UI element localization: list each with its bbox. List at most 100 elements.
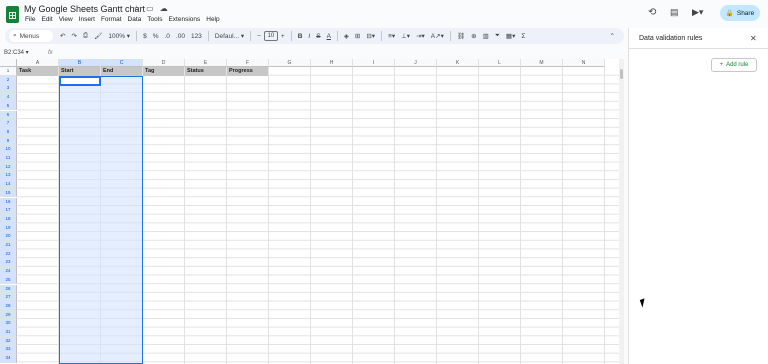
undo-icon[interactable]: ↶ xyxy=(57,30,68,42)
cell-A1[interactable]: Task xyxy=(17,67,59,76)
name-box[interactable]: B2:C34 ▾ xyxy=(0,49,40,56)
row-header-28[interactable]: 28 xyxy=(0,301,17,311)
increase-font-size-button[interactable]: + xyxy=(278,30,288,42)
strikethrough-icon[interactable]: S xyxy=(313,30,323,42)
menu-extensions[interactable]: Extensions xyxy=(165,15,203,25)
row-header-8[interactable]: 8 xyxy=(0,127,17,137)
scrollbar-thumb[interactable] xyxy=(620,69,623,79)
insert-comment-icon[interactable]: ⊕ xyxy=(468,30,479,42)
column-header-b[interactable]: B xyxy=(59,59,101,67)
row-header-23[interactable]: 23 xyxy=(0,258,17,268)
row-header-13[interactable]: 13 xyxy=(0,171,17,181)
selected-range[interactable] xyxy=(59,76,143,364)
column-header-l[interactable]: L xyxy=(479,59,521,67)
share-button[interactable]: 🔒 Share xyxy=(720,5,760,21)
font-family-select[interactable]: Defaul... ▾ xyxy=(212,30,247,42)
menu-tools[interactable]: Tools xyxy=(144,15,165,25)
row-header-15[interactable]: 15 xyxy=(0,188,17,198)
text-rotation-icon[interactable]: A↗▾ xyxy=(428,30,447,42)
decrease-decimal-button[interactable]: .0 xyxy=(161,30,172,42)
decrease-font-size-button[interactable]: − xyxy=(254,30,264,42)
borders-icon[interactable]: ⊞ xyxy=(352,30,363,42)
bold-icon[interactable]: B xyxy=(295,30,306,42)
print-icon[interactable]: ⎙ xyxy=(80,30,91,42)
column-header-f[interactable]: F xyxy=(227,59,269,67)
column-header-k[interactable]: K xyxy=(437,59,479,67)
star-icon[interactable]: ☆ xyxy=(133,4,140,13)
row-header-9[interactable]: 9 xyxy=(0,136,17,146)
row-header-7[interactable]: 7 xyxy=(0,119,17,128)
add-rule-button[interactable]: + Add rule xyxy=(711,58,757,72)
filter-views-icon[interactable]: ▦▾ xyxy=(503,30,518,42)
increase-decimal-button[interactable]: .00 xyxy=(173,30,188,42)
row-header-6[interactable]: 6 xyxy=(0,110,17,120)
row-header-24[interactable]: 24 xyxy=(0,267,17,276)
select-all-corner[interactable] xyxy=(0,59,17,67)
column-header-m[interactable]: M xyxy=(521,59,563,67)
more-formats-button[interactable]: 123 xyxy=(188,30,205,42)
row-header-4[interactable]: 4 xyxy=(0,93,17,102)
row-header-1[interactable]: 1 xyxy=(0,67,17,76)
row-header-34[interactable]: 34 xyxy=(0,354,17,363)
cell-B1[interactable]: Start xyxy=(59,67,101,76)
search-menus-button[interactable]: ⌕ Menus xyxy=(9,30,53,42)
row-header-31[interactable]: 31 xyxy=(0,328,17,337)
font-size-input[interactable]: 10 xyxy=(263,31,278,41)
active-cell[interactable] xyxy=(59,76,101,86)
cell-E1[interactable]: Status xyxy=(185,67,227,76)
vertical-align-icon[interactable]: ⊥▾ xyxy=(398,30,413,42)
row-header-12[interactable]: 12 xyxy=(0,162,17,172)
column-header-c[interactable]: C xyxy=(101,59,143,67)
row-header-11[interactable]: 11 xyxy=(0,154,17,163)
collapse-toolbar-icon[interactable]: ⌃ xyxy=(607,30,618,42)
text-color-icon[interactable]: A xyxy=(324,30,334,42)
row-header-16[interactable]: 16 xyxy=(0,197,17,207)
row-header-2[interactable]: 2 xyxy=(0,75,17,85)
menu-file[interactable]: File xyxy=(22,15,38,25)
column-header-n[interactable]: N xyxy=(563,59,605,67)
row-header-5[interactable]: 5 xyxy=(0,101,17,111)
column-header-j[interactable]: J xyxy=(395,59,437,67)
merge-cells-icon[interactable]: ⊟▾ xyxy=(363,30,378,42)
fill-color-icon[interactable]: ◈ xyxy=(341,30,352,42)
functions-icon[interactable]: Σ xyxy=(518,30,528,42)
text-wrapping-icon[interactable]: ⇥▾ xyxy=(413,30,428,42)
italic-icon[interactable]: I xyxy=(305,30,313,42)
row-header-21[interactable]: 21 xyxy=(0,241,17,250)
menu-help[interactable]: Help xyxy=(203,15,222,25)
column-header-i[interactable]: I xyxy=(353,59,395,67)
row-header-29[interactable]: 29 xyxy=(0,310,17,320)
column-header-g[interactable]: G xyxy=(269,59,311,67)
cell-C1[interactable]: End xyxy=(101,67,143,76)
row-header-26[interactable]: 26 xyxy=(0,284,17,294)
menu-view[interactable]: View xyxy=(56,15,76,25)
insert-link-icon[interactable]: ⛓ xyxy=(454,30,468,42)
row-header-25[interactable]: 25 xyxy=(0,275,17,285)
paint-format-icon[interactable]: 🖌 xyxy=(91,30,105,42)
currency-format-button[interactable]: $ xyxy=(140,30,150,42)
vertical-scrollbar[interactable] xyxy=(619,59,624,364)
row-header-19[interactable]: 19 xyxy=(0,223,17,233)
filter-icon[interactable]: ⏷ xyxy=(492,30,503,42)
move-folder-icon[interactable]: ▭ xyxy=(146,4,154,13)
column-header-a[interactable]: A xyxy=(17,59,59,67)
menu-format[interactable]: Format xyxy=(98,15,125,25)
cloud-saved-icon[interactable]: ☁ xyxy=(160,4,168,13)
cell-D1[interactable]: Tag xyxy=(143,67,185,76)
cell-F1[interactable]: Progress xyxy=(227,67,269,76)
comments-icon[interactable]: ▤ xyxy=(670,7,679,18)
close-icon[interactable]: ✕ xyxy=(750,34,757,43)
row-header-14[interactable]: 14 xyxy=(0,180,17,189)
row-header-3[interactable]: 3 xyxy=(0,84,17,94)
sheets-logo-icon[interactable] xyxy=(6,6,19,23)
row-header-17[interactable]: 17 xyxy=(0,206,17,215)
menu-data[interactable]: Data xyxy=(125,15,145,25)
column-header-h[interactable]: H xyxy=(311,59,353,67)
percent-format-button[interactable]: % xyxy=(150,30,162,42)
row-header-10[interactable]: 10 xyxy=(0,145,17,154)
horizontal-align-icon[interactable]: ≡▾ xyxy=(385,30,398,42)
row-header-18[interactable]: 18 xyxy=(0,214,17,224)
zoom-select[interactable]: 100% ▾ xyxy=(105,30,133,42)
redo-icon[interactable]: ↷ xyxy=(68,30,79,42)
meet-icon[interactable]: ▶▾ xyxy=(692,7,703,18)
